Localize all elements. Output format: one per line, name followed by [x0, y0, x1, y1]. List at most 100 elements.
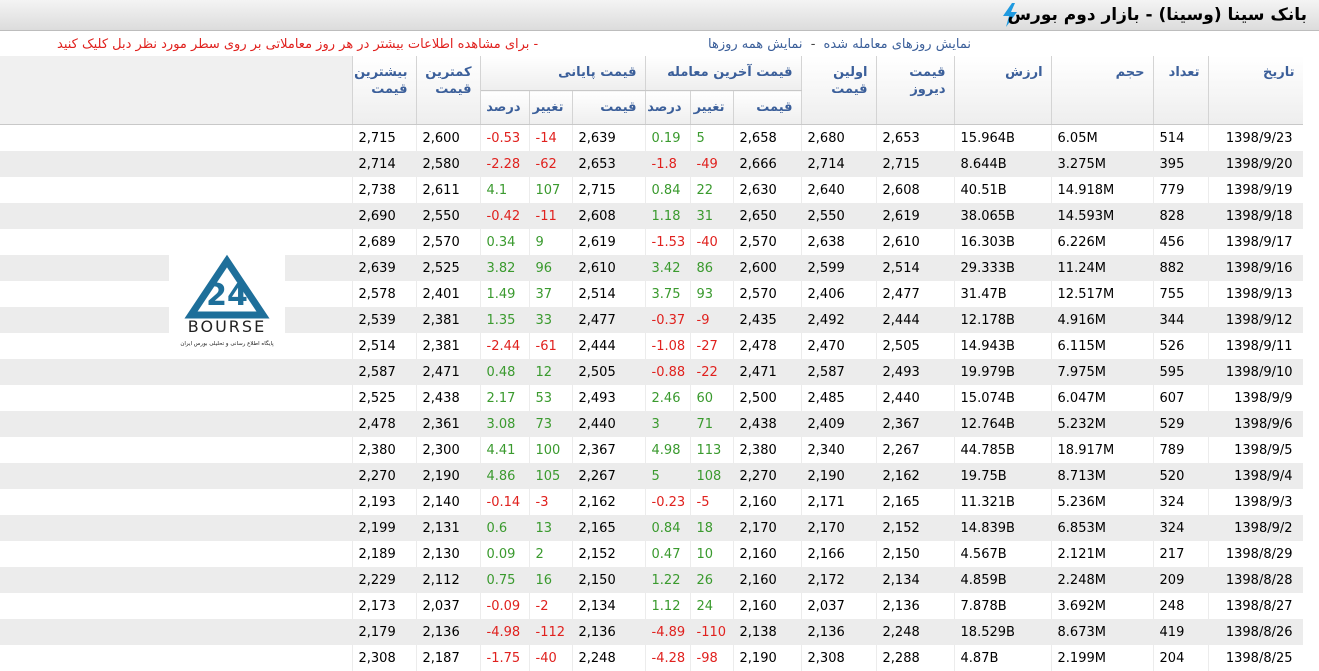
last-percent-cell: 0.19	[645, 124, 691, 151]
last-percent-cell: -1.53	[645, 229, 691, 255]
max-price-header[interactable]: بیشترین قیمت	[352, 56, 417, 125]
last-change-cell: 22	[690, 177, 734, 203]
last-percent-cell: 5	[645, 463, 691, 489]
min-price-cell: 2,381	[416, 307, 481, 333]
history-table-container[interactable]: بیشترین قیمت کمترین قیمت قیمت پایانی قیمت …	[0, 56, 1303, 671]
all-days-link[interactable]: نمایش همه روزها	[708, 37, 803, 52]
last-price-cell: 2,160	[733, 541, 802, 567]
min-price-cell: 2,580	[416, 151, 481, 177]
count-cell: 526	[1153, 333, 1209, 359]
last-change-cell: 113	[690, 437, 734, 463]
prev-price-cell: 2,619	[876, 203, 955, 229]
volume-cell: 14.918M	[1051, 177, 1154, 203]
last-change-cell: 93	[690, 281, 734, 307]
price-history-table: بیشترین قیمت کمترین قیمت قیمت پایانی قیمت …	[0, 56, 1303, 671]
prev-price-header[interactable]: قیمت دیروز	[876, 56, 955, 125]
last-percent-cell: 1.22	[645, 567, 691, 593]
last-price-cell: 2,500	[733, 385, 802, 411]
last-percent-header[interactable]: درصد	[645, 90, 691, 125]
last-change-cell: 26	[690, 567, 734, 593]
volume-header[interactable]: حجم	[1051, 56, 1154, 125]
count-cell: 395	[1153, 151, 1209, 177]
first-price-header[interactable]: اولین قیمت	[801, 56, 877, 125]
date-cell: 1398/8/29	[1208, 541, 1303, 567]
close-price-cell: 2,477	[572, 307, 646, 333]
table-row[interactable]: 2,270 2,190 4.86 105 2,267 5 108 2,270 2,190 2,16…	[0, 463, 1303, 489]
last-price-cell: 2,570	[733, 229, 802, 255]
count-cell: 204	[1153, 645, 1209, 671]
count-cell: 789	[1153, 437, 1209, 463]
close-percent-header[interactable]: درصد	[480, 90, 530, 125]
blank-cell	[0, 567, 353, 593]
max-price-cell: 2,308	[352, 645, 417, 671]
max-price-cell: 2,639	[352, 255, 417, 281]
table-row[interactable]: 2,738 2,611 4.1 107 2,715 0.84 22 2,630 2,640 2,6…	[0, 177, 1303, 203]
table-row[interactable]: 2,525 2,438 2.17 53 2,493 2.46 60 2,500 2,485 2,4…	[0, 385, 1303, 411]
prev-price-cell: 2,477	[876, 281, 955, 307]
table-row[interactable]: 2,380 2,300 4.41 100 2,367 4.98 113 2,380 2,340 2…	[0, 437, 1303, 463]
traded-days-link[interactable]: نمایش روزهای معامله شده	[824, 37, 971, 52]
last-change-cell: 31	[690, 203, 734, 229]
max-price-cell: 2,199	[352, 515, 417, 541]
max-price-cell: 2,380	[352, 437, 417, 463]
volume-cell: 2.199M	[1051, 645, 1154, 671]
value-cell: 38.065B	[954, 203, 1052, 229]
last-price-header[interactable]: قیمت	[733, 90, 802, 125]
last-percent-cell: 3.42	[645, 255, 691, 281]
value-cell: 40.51B	[954, 177, 1052, 203]
date-cell: 1398/9/2	[1208, 515, 1303, 541]
close-price-cell: 2,162	[572, 489, 646, 515]
date-cell: 1398/8/26	[1208, 619, 1303, 645]
table-row[interactable]: 2,179 2,136 -4.98 -112 2,136 -4.89 -110 2,138 2,…	[0, 619, 1303, 645]
blank-cell	[0, 619, 353, 645]
count-header[interactable]: تعداد	[1153, 56, 1209, 125]
prev-price-cell: 2,150	[876, 541, 955, 567]
date-cell: 1398/8/27	[1208, 593, 1303, 619]
last-price-cell: 2,160	[733, 567, 802, 593]
first-price-cell: 2,492	[801, 307, 877, 333]
table-row[interactable]: 2,193 2,140 -0.14 -3 2,162 -0.23 -5 2,160 2,171 2…	[0, 489, 1303, 515]
table-row[interactable]: 2,714 2,580 -2.28 -62 2,653 -1.8 -49 2,666 2,714…	[0, 151, 1303, 177]
close-percent-cell: 4.86	[480, 463, 530, 489]
date-cell: 1398/9/18	[1208, 203, 1303, 229]
last-change-header[interactable]: تغییر	[690, 90, 734, 125]
last-trade-group-header: قیمت آخرین معامله	[645, 56, 802, 91]
last-change-cell: 18	[690, 515, 734, 541]
table-row[interactable]: 2,690 2,550 -0.42 -11 2,608 1.18 31 2,650 2,550 2…	[0, 203, 1303, 229]
table-row[interactable]: 2,587 2,471 0.48 12 2,505 -0.88 -22 2,471 2,587 2…	[0, 359, 1303, 385]
max-price-cell: 2,179	[352, 619, 417, 645]
table-row[interactable]: 2,199 2,131 0.6 13 2,165 0.84 18 2,170 2,170 2,15…	[0, 515, 1303, 541]
last-price-cell: 2,570	[733, 281, 802, 307]
max-price-cell: 2,738	[352, 177, 417, 203]
table-row[interactable]: 2,715 2,600 -0.53 -14 2,639 0.19 5 2,658 2,680 2,…	[0, 124, 1303, 151]
last-percent-cell: 0.84	[645, 177, 691, 203]
close-price-cell: 2,367	[572, 437, 646, 463]
table-row[interactable]: 2,689 2,570 0.34 9 2,619 -1.53 -40 2,570 2,638 2,…	[0, 229, 1303, 255]
table-row[interactable]: 2,229 2,112 0.75 16 2,150 1.22 26 2,160 2,172 2,1…	[0, 567, 1303, 593]
last-price-cell: 2,650	[733, 203, 802, 229]
close-price-header[interactable]: قیمت	[572, 90, 646, 125]
date-header[interactable]: تاریخ	[1208, 56, 1303, 125]
date-cell: 1398/9/4	[1208, 463, 1303, 489]
last-change-cell: 10	[690, 541, 734, 567]
max-price-cell: 2,173	[352, 593, 417, 619]
close-change-header[interactable]: تغییر	[529, 90, 573, 125]
table-row[interactable]: 2,478 2,361 3.08 73 2,440 3 71 2,438 2,409 2,367 1…	[0, 411, 1303, 437]
last-price-cell: 2,658	[733, 124, 802, 151]
first-price-cell: 2,406	[801, 281, 877, 307]
close-change-cell: 105	[529, 463, 573, 489]
table-row[interactable]: 2,189 2,130 0.09 2 2,152 0.47 10 2,160 2,166 2,15…	[0, 541, 1303, 567]
close-price-cell: 2,440	[572, 411, 646, 437]
last-change-cell: 71	[690, 411, 734, 437]
last-percent-cell: 0.84	[645, 515, 691, 541]
blank-cell	[0, 359, 353, 385]
prev-price-cell: 2,248	[876, 619, 955, 645]
volume-cell: 12.517M	[1051, 281, 1154, 307]
last-price-cell: 2,160	[733, 593, 802, 619]
min-price-header[interactable]: کمترین قیمت	[416, 56, 481, 125]
value-header[interactable]: ارزش	[954, 56, 1052, 125]
last-change-cell: -110	[690, 619, 734, 645]
table-row[interactable]: 2,173 2,037 -0.09 -2 2,134 1.12 24 2,160 2,037 2,…	[0, 593, 1303, 619]
close-change-cell: -14	[529, 124, 573, 151]
table-row[interactable]: 2,308 2,187 -1.75 -40 2,248 -4.28 -98 2,190 2,30…	[0, 645, 1303, 671]
